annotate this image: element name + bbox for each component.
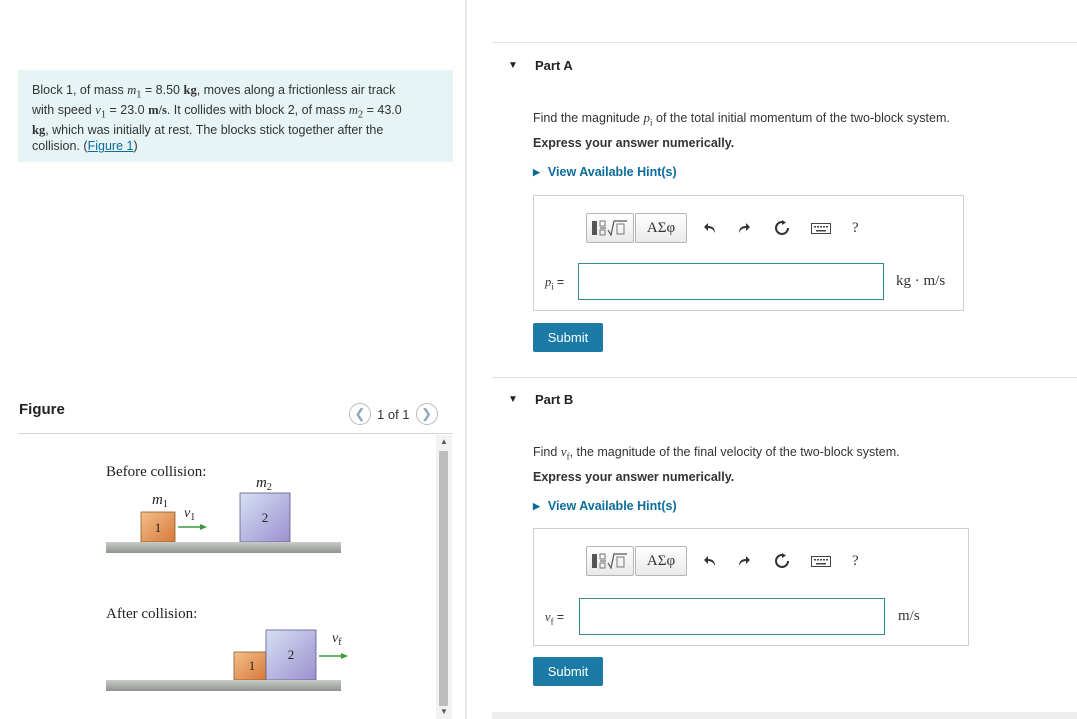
next-part-divider [492, 712, 1077, 719]
scroll-thumb[interactable] [439, 451, 448, 706]
problem-line-1: Block 1, of mass m1 = 8.50 kg, moves alo… [32, 83, 396, 101]
v1-arrowhead [200, 524, 207, 530]
collision-figure: Before collision: m2 m1 v1 1 2 After col… [18, 435, 436, 719]
m1-symbol: m1 [127, 83, 142, 101]
m1-figure-label: m1 [152, 492, 168, 510]
fraction-sqrt-button[interactable] [586, 546, 634, 576]
figure-counter: 1 of 1 [377, 406, 410, 422]
block-2-after-number: 2 [288, 647, 295, 662]
part-a-answer-input[interactable] [578, 263, 884, 300]
redo-icon[interactable] [734, 550, 754, 572]
part-a-unit: kg · m/s [896, 273, 946, 289]
pane-divider [465, 0, 467, 719]
help-icon[interactable]: ? [852, 220, 859, 237]
chevron-right-icon[interactable]: ❯ [415, 403, 438, 425]
v1-figure-label: v1 [184, 506, 195, 523]
part-b-instructions: Express your answer numerically. [533, 470, 735, 484]
block-1-number: 1 [155, 520, 162, 535]
problem-line-3: kg, which was initially at rest. The blo… [32, 123, 384, 138]
divider [18, 433, 453, 434]
part-a-answer-box: ΑΣφ ? pi = kg · m/s [533, 195, 964, 311]
collision-diagram: Before collision: m2 m1 v1 1 2 After col… [106, 464, 348, 691]
air-track-before [106, 542, 341, 553]
part-a-submit-button[interactable]: Submit [533, 323, 603, 352]
figure-link[interactable]: Figure 1 [88, 139, 134, 153]
problem-line-2: with speed v1 = 23.0 m/s. It collides wi… [32, 103, 402, 121]
undo-icon[interactable] [700, 550, 720, 572]
part-a-divider [492, 42, 1077, 43]
part-a-title[interactable]: Part A [535, 58, 573, 73]
part-a-question: Find the magnitude pi of the total initi… [533, 110, 950, 128]
figure-pager: ❮ 1 of 1 ❯ [349, 402, 438, 426]
fraction-sqrt-icon [592, 553, 627, 570]
vf-arrowhead [341, 653, 348, 659]
part-b-unit: m/s [898, 608, 920, 624]
redo-icon[interactable] [734, 217, 754, 239]
reset-icon[interactable] [771, 550, 793, 572]
vf-figure-label: vf [332, 631, 342, 648]
part-b-submit-button[interactable]: Submit [533, 657, 603, 686]
figure-scrollbar[interactable]: ▲ ▼ [436, 435, 452, 719]
caret-down-icon[interactable]: ▼ [508, 394, 518, 405]
part-a-instructions: Express your answer numerically. [533, 136, 735, 150]
chevron-left-icon[interactable]: ❮ [349, 403, 371, 425]
part-b-divider [492, 377, 1077, 378]
block-2-number: 2 [262, 510, 269, 525]
greek-symbols-button[interactable]: ΑΣφ [635, 546, 687, 576]
scroll-up-icon[interactable]: ▲ [439, 437, 449, 447]
air-track-after [106, 680, 341, 691]
part-a-variable-label: pi = [545, 275, 565, 292]
scroll-down-icon[interactable]: ▼ [439, 707, 449, 717]
part-b-question: Find vf, the magnitude of the final velo… [533, 444, 900, 462]
block-1-after-number: 1 [249, 658, 256, 673]
fraction-sqrt-button[interactable] [586, 213, 634, 243]
caret-down-icon[interactable]: ▼ [508, 60, 518, 71]
part-b-title[interactable]: Part B [535, 392, 573, 407]
part-b-answer-box: ΑΣφ ? vf = m/s [533, 528, 969, 646]
fraction-sqrt-icon [592, 220, 627, 237]
m2-figure-label: m2 [256, 475, 272, 493]
part-b-hint-link[interactable]: ▶ View Available Hint(s) [533, 499, 677, 513]
part-b-variable-label: vf = [545, 610, 564, 627]
undo-icon[interactable] [700, 217, 720, 239]
greek-symbols-button[interactable]: ΑΣφ [635, 213, 687, 243]
problem-statement: Block 1, of mass m1 = 8.50 kg, moves alo… [18, 70, 453, 162]
figure-heading: Figure [19, 401, 65, 418]
caret-right-icon: ▶ [533, 500, 540, 511]
problem-line-4: collision. (Figure 1) [32, 139, 138, 154]
keyboard-icon[interactable] [810, 221, 832, 235]
after-collision-label: After collision: [106, 606, 197, 622]
part-a-hint-link[interactable]: ▶ View Available Hint(s) [533, 165, 677, 179]
keyboard-icon[interactable] [810, 554, 832, 568]
caret-right-icon: ▶ [533, 166, 540, 177]
help-icon[interactable]: ? [852, 553, 859, 570]
before-collision-label: Before collision: [106, 464, 206, 480]
reset-icon[interactable] [771, 217, 793, 239]
part-b-answer-input[interactable] [579, 598, 885, 635]
